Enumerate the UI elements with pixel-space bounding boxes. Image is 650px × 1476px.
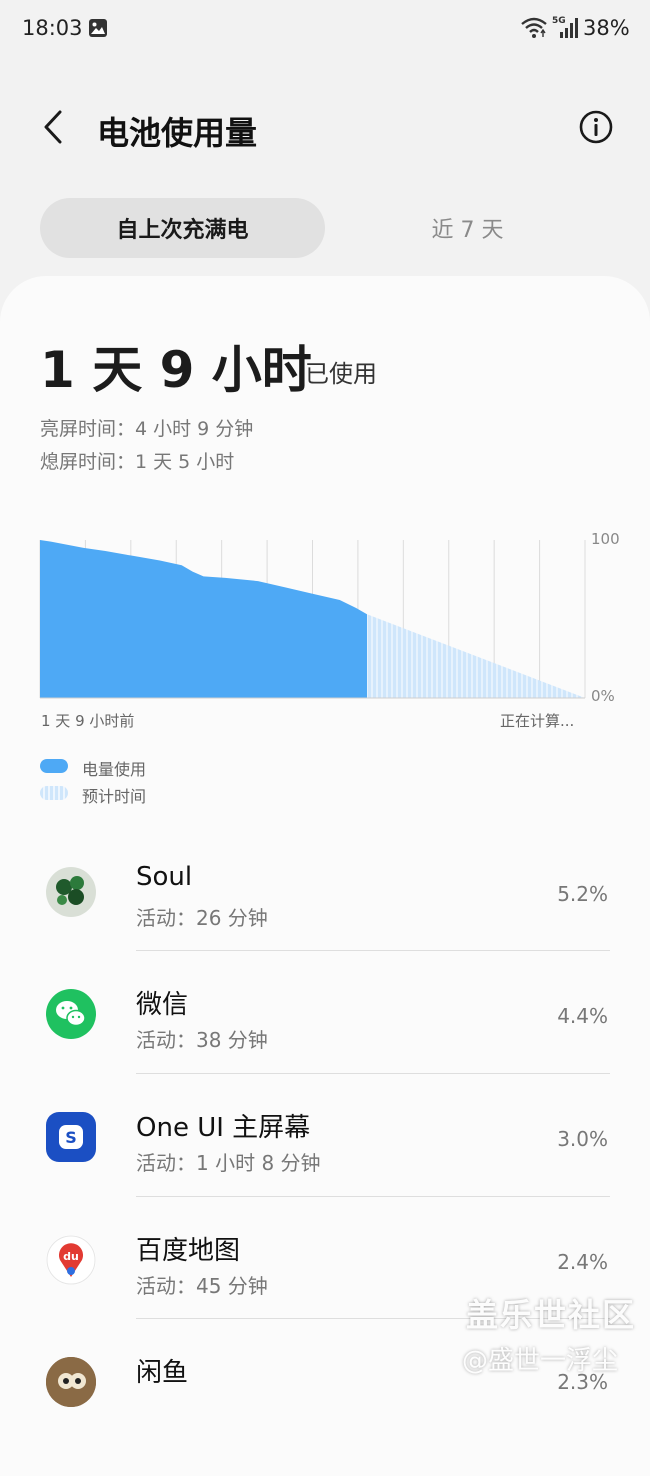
wechat-app-icon bbox=[46, 989, 96, 1039]
battery-percent: 38% bbox=[583, 16, 630, 40]
chart-used-area bbox=[40, 540, 367, 698]
legend-label-predicted: 预计时间 bbox=[82, 787, 147, 806]
chart-y-tick-max: 100 bbox=[591, 530, 620, 548]
status-time: 18:03 bbox=[22, 16, 83, 40]
info-circle-icon[interactable] bbox=[578, 109, 614, 145]
status-bar: 18:03 5G 38% bbox=[0, 0, 650, 60]
screen-off-time: 熄屏时间：1 天 5 小时 bbox=[40, 451, 235, 473]
app-name: Soul bbox=[136, 862, 193, 892]
screen-on-time: 亮屏时间：4 小时 9 分钟 bbox=[40, 418, 254, 440]
app-active-time: 活动：26 分钟 bbox=[136, 906, 268, 930]
watermark-community: 盖乐世社区 bbox=[466, 1296, 637, 1334]
app-name: 百度地图 bbox=[136, 1236, 241, 1266]
legend-swatch-used bbox=[40, 759, 68, 773]
legend-swatch-predicted bbox=[40, 786, 68, 800]
tab-label: 近 7 天 bbox=[431, 218, 504, 243]
app-active-time: 活动：1 小时 8 分钟 bbox=[136, 1151, 321, 1175]
app-name: 微信 bbox=[136, 990, 189, 1020]
legend-label-used: 电量使用 bbox=[82, 760, 147, 779]
list-item-wechat[interactable]: 微信 活动：38 分钟 4.4% bbox=[0, 984, 650, 1106]
wifi-icon bbox=[521, 17, 547, 38]
app-active-time: 活动：45 分钟 bbox=[136, 1274, 268, 1298]
app-battery-percent: 3.0% bbox=[557, 1127, 608, 1151]
oneui-home-app-icon: S bbox=[46, 1112, 96, 1162]
svg-text:du: du bbox=[63, 1250, 79, 1263]
svg-text:S: S bbox=[65, 1128, 77, 1147]
chart-predicted-area bbox=[367, 614, 585, 698]
app-name: One UI 主屏幕 bbox=[136, 1113, 311, 1143]
gallery-icon bbox=[89, 19, 107, 37]
app-battery-percent: 5.2% bbox=[557, 882, 608, 906]
usage-suffix: 已使用 bbox=[305, 360, 377, 388]
signal-icon: 5G bbox=[552, 16, 578, 38]
tab-last-7-days[interactable]: 近 7 天 bbox=[345, 198, 590, 258]
chevron-left-icon[interactable] bbox=[34, 104, 74, 150]
app-name: 闲鱼 bbox=[136, 1358, 189, 1388]
xianyu-app-icon bbox=[46, 1357, 96, 1407]
svg-text:5G: 5G bbox=[552, 16, 566, 26]
app-battery-percent: 2.4% bbox=[557, 1250, 608, 1274]
divider bbox=[136, 950, 610, 951]
app-active-time: 活动：38 分钟 bbox=[136, 1028, 268, 1052]
usage-total-time: 1 天 9 小时 bbox=[40, 341, 312, 399]
tab-since-last-full-charge[interactable]: 自上次充满电 bbox=[40, 198, 325, 258]
chart-x-end-label: 正在计算... bbox=[500, 712, 575, 730]
page-title: 电池使用量 bbox=[97, 114, 258, 152]
baidu-map-app-icon: du bbox=[46, 1235, 96, 1285]
tab-label: 自上次充满电 bbox=[116, 218, 249, 243]
list-item-soul[interactable]: Soul 活动：26 分钟 5.2% bbox=[0, 862, 650, 984]
watermark-author: @盛世一浮尘 bbox=[462, 1346, 619, 1376]
battery-usage-chart bbox=[39, 540, 586, 699]
chart-x-start-label: 1 天 9 小时前 bbox=[41, 712, 135, 730]
soul-app-icon bbox=[46, 867, 96, 917]
chart-y-tick-min: 0% bbox=[591, 687, 615, 705]
divider bbox=[136, 1073, 610, 1074]
app-battery-percent: 4.4% bbox=[557, 1004, 608, 1028]
divider bbox=[136, 1196, 610, 1197]
list-item-oneui-home[interactable]: S One UI 主屏幕 活动：1 小时 8 分钟 3.0% bbox=[0, 1107, 650, 1229]
